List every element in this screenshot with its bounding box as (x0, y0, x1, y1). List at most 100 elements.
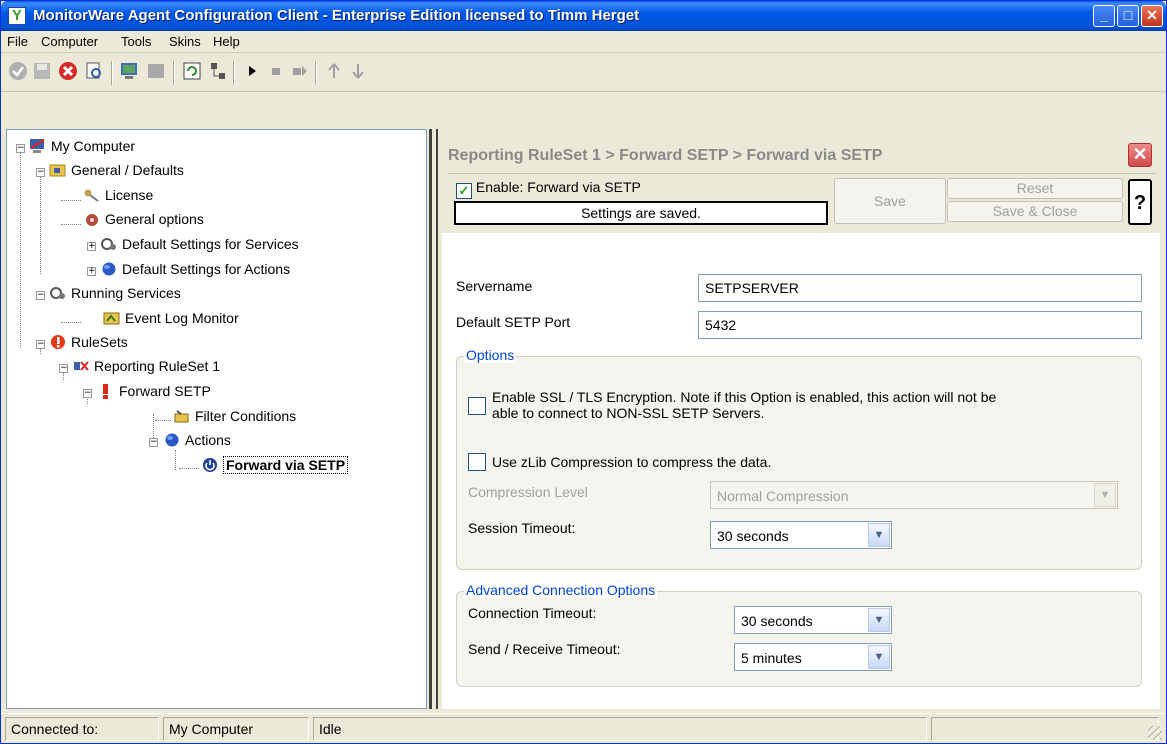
tree-item-general-options[interactable]: General options (83, 211, 204, 233)
menu-help[interactable]: Help (213, 34, 240, 49)
toolbar-separator (315, 61, 317, 85)
reset-button[interactable]: Reset (947, 178, 1123, 199)
menu-file[interactable]: File (7, 34, 28, 49)
tree-connector (179, 468, 199, 469)
key-icon (83, 187, 101, 203)
tree-item-rulesets[interactable]: RuleSets (49, 334, 128, 356)
menu-tools[interactable]: Tools (121, 34, 151, 49)
tree-expand-toggle[interactable]: + (87, 267, 96, 276)
event-log-icon (103, 310, 121, 326)
minimize-button[interactable]: _ (1093, 5, 1115, 27)
resize-grip-icon[interactable] (1148, 726, 1162, 740)
tree-collapse-toggle[interactable]: − (36, 168, 45, 177)
save-icon[interactable] (31, 61, 53, 83)
ruleset-icon (72, 358, 90, 374)
tree-item-my-computer[interactable]: My Computer (29, 138, 135, 160)
advanced-legend: Advanced Connection Options (464, 582, 658, 598)
title-bar[interactable]: Y MonitorWare Agent Configuration Client… (1, 1, 1166, 31)
rulesets-icon (49, 334, 67, 350)
help-button[interactable]: ? (1128, 179, 1152, 225)
gears-icon (49, 285, 67, 301)
maximize-button[interactable]: □ (1117, 5, 1139, 27)
tree-collapse-toggle[interactable]: − (36, 340, 45, 349)
tree-item-forward-setp[interactable]: Forward SETP (97, 383, 211, 405)
menu-skins[interactable]: Skins (169, 34, 201, 49)
tree-connector (155, 420, 171, 421)
play-icon[interactable] (241, 61, 263, 83)
send-receive-timeout-label: Send / Receive Timeout: (468, 641, 621, 657)
ssl-checkbox[interactable] (468, 397, 486, 415)
status-bar: Connected to: My Computer Idle (1, 713, 1166, 743)
tree-connector (40, 174, 41, 274)
toolbar-separator (233, 61, 235, 85)
panel-close-button[interactable]: ✕ (1128, 143, 1152, 167)
enable-checkbox[interactable]: ✓ (456, 183, 472, 199)
connection-timeout-select[interactable]: 30 seconds ▼ (734, 606, 892, 634)
port-input[interactable]: 5432 (698, 311, 1142, 339)
tree-item-default-services[interactable]: Default Settings for Services (100, 236, 299, 258)
app-window: Y MonitorWare Agent Configuration Client… (0, 0, 1167, 744)
save-button[interactable]: Save (834, 178, 946, 224)
step-icon[interactable] (289, 61, 311, 83)
tree-connector (61, 224, 81, 225)
folder-icon (49, 162, 67, 178)
tree-item-general-defaults[interactable]: General / Defaults (49, 162, 184, 184)
toolbar-separator (173, 61, 175, 85)
tree-item-actions[interactable]: Actions (163, 432, 231, 454)
servername-label: Servername (456, 278, 533, 294)
tree-expand-toggle[interactable]: + (87, 242, 96, 251)
servername-input[interactable]: SETPSERVER (698, 274, 1142, 302)
chevron-down-icon: ▼ (868, 523, 890, 547)
pane-splitter[interactable] (429, 129, 438, 709)
tree-connector (61, 322, 81, 323)
panel-breadcrumb: Reporting RuleSet 1 > Forward SETP > For… (448, 147, 883, 164)
compression-level-label: Compression Level (468, 484, 588, 500)
configuration-tree[interactable]: − My Computer − General / Defaults Licen… (6, 129, 427, 709)
tree-collapse-toggle[interactable]: − (149, 438, 158, 447)
toolbar-separator (111, 61, 113, 85)
divider (448, 173, 1156, 174)
session-timeout-select[interactable]: 30 seconds ▼ (710, 521, 892, 549)
search-icon[interactable] (83, 61, 105, 83)
tree-item-forward-via-setp[interactable]: Forward via SETP (201, 456, 349, 479)
tree-collapse-toggle[interactable]: − (16, 144, 25, 153)
chevron-down-icon: ▼ (1094, 483, 1116, 507)
save-close-button[interactable]: Save & Close (947, 201, 1123, 222)
status-state: Idle (313, 717, 927, 741)
close-window-button[interactable]: ✕ (1141, 5, 1163, 27)
stop-square-icon[interactable] (265, 61, 287, 83)
tree-collapse-toggle[interactable]: − (59, 364, 68, 373)
tree-connector (63, 372, 64, 380)
refresh-icon[interactable] (181, 61, 203, 83)
network-icon[interactable] (207, 61, 229, 83)
toolbar (1, 54, 1166, 92)
exclamation-icon (97, 383, 115, 399)
up-arrow-icon[interactable] (323, 61, 345, 83)
tree-item-license[interactable]: License (83, 187, 153, 209)
tree-connector (20, 148, 21, 348)
send-receive-timeout-select[interactable]: 5 minutes ▼ (734, 643, 892, 671)
computer-icon[interactable] (119, 61, 141, 83)
tree-item-reporting-ruleset[interactable]: Reporting RuleSet 1 (72, 358, 220, 380)
options-legend: Options (464, 347, 517, 363)
check-icon[interactable] (7, 61, 29, 83)
down-arrow-icon[interactable] (347, 61, 369, 83)
tree-item-event-log-monitor[interactable]: Event Log Monitor (103, 310, 239, 332)
menu-computer[interactable]: Computer (41, 34, 98, 49)
tree-collapse-toggle[interactable]: − (83, 389, 92, 398)
gears-icon (100, 236, 118, 252)
tree-item-running-services[interactable]: Running Services (49, 285, 181, 307)
status-empty-cell (931, 717, 1159, 741)
tree-collapse-toggle[interactable]: − (36, 291, 45, 300)
zlib-checkbox[interactable] (468, 453, 486, 471)
chevron-down-icon: ▼ (868, 645, 890, 669)
tree-item-default-actions[interactable]: Default Settings for Actions (100, 261, 290, 283)
tree-item-filter-conditions[interactable]: Filter Conditions (173, 408, 296, 430)
port-label: Default SETP Port (456, 314, 571, 330)
status-computer-name: My Computer (163, 717, 309, 741)
panel-icon[interactable] (145, 61, 167, 83)
session-timeout-label: Session Timeout: (468, 520, 576, 536)
compression-level-select[interactable]: Normal Compression ▼ (710, 481, 1118, 509)
stop-icon[interactable] (57, 61, 79, 83)
settings-panel: Reporting RuleSet 1 > Forward SETP > For… (442, 135, 1160, 709)
